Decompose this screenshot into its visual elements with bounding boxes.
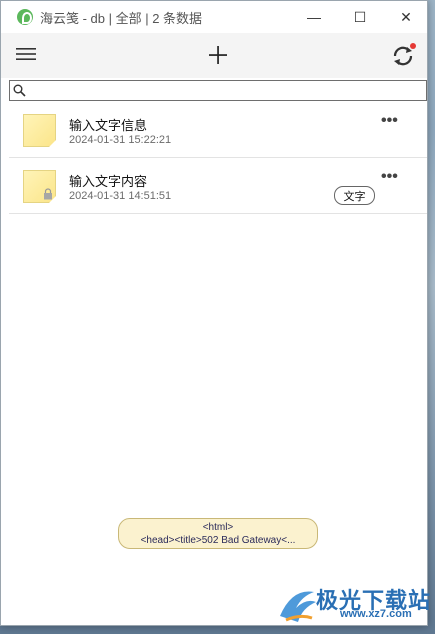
lock-icon (44, 188, 52, 200)
more-options-icon[interactable]: ••• (381, 169, 398, 185)
search-box[interactable] (9, 80, 427, 101)
maximize-button[interactable]: ☐ (337, 1, 383, 33)
app-logo-icon (17, 9, 33, 25)
more-options-icon[interactable]: ••• (381, 113, 398, 129)
note-item[interactable]: 输入文字信息 2024-01-31 15:22:21 ••• (9, 103, 427, 158)
note-date: 2024-01-31 14:51:51 (69, 190, 172, 202)
window-title: 海云笺 - db | 全部 | 2 条数据 (40, 10, 203, 26)
note-thumbnail (23, 114, 56, 147)
note-title: 输入文字内容 (69, 174, 148, 189)
error-notification: <html> <head><title>502 Bad Gateway<... (118, 518, 318, 549)
plus-icon[interactable] (206, 43, 230, 67)
sync-badge (410, 43, 416, 49)
search-input[interactable] (30, 82, 420, 99)
sync-icon[interactable] (389, 42, 417, 70)
note-thumbnail (23, 170, 56, 203)
title-bar: 海云笺 - db | 全部 | 2 条数据 — ☐ ✕ (1, 1, 427, 33)
search-icon (13, 84, 26, 97)
note-date: 2024-01-31 15:22:21 (69, 134, 172, 146)
note-title: 输入文字信息 (69, 118, 148, 133)
app-window: 海云笺 - db | 全部 | 2 条数据 — ☐ ✕ 输入文字信息 2024-… (0, 0, 428, 626)
minimize-button[interactable]: — (291, 1, 337, 33)
watermark-url: www.xz7.com (340, 608, 412, 620)
close-button[interactable]: ✕ (383, 1, 427, 33)
error-line-1: <html> (202, 522, 234, 533)
error-line-2: <head><title>502 Bad Gateway<... (140, 535, 296, 546)
toolbar (1, 33, 427, 78)
hamburger-icon[interactable] (15, 46, 37, 62)
tooltip: 文字 (334, 186, 375, 205)
